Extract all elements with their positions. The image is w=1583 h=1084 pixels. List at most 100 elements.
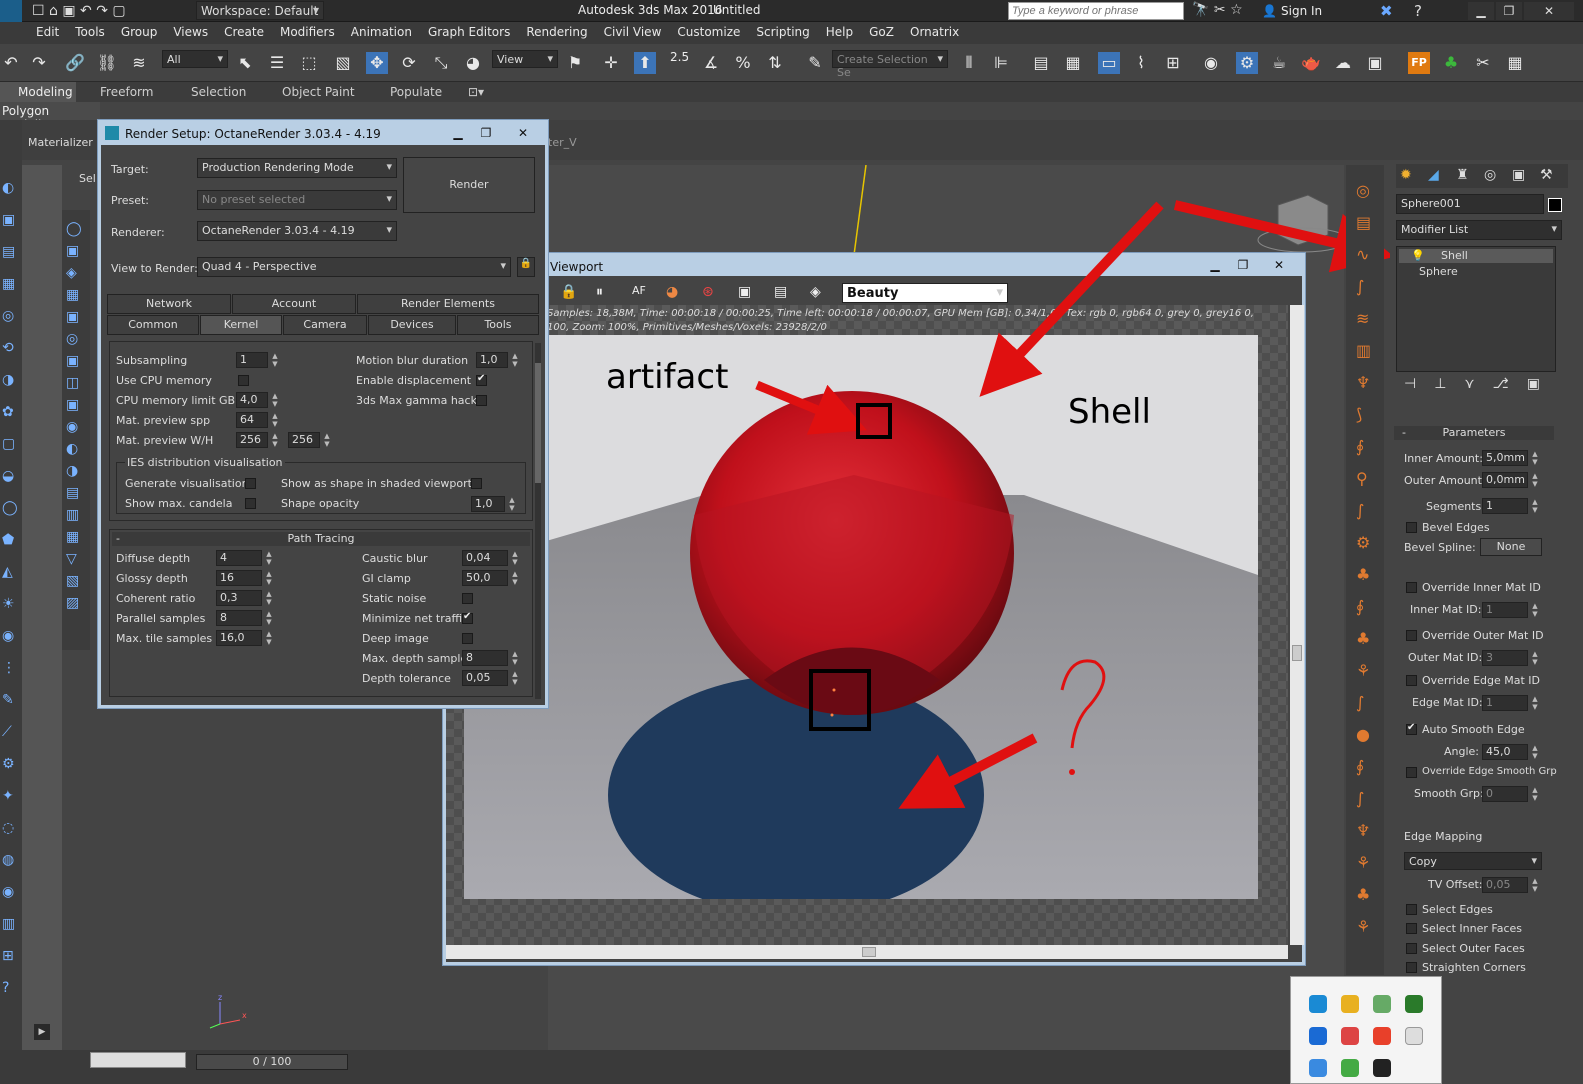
chrome-icon[interactable] xyxy=(1373,1027,1391,1045)
outer-mat-id-spinner[interactable]: ▲ ▼ xyxy=(1530,650,1540,666)
override-outer-checkbox[interactable] xyxy=(1406,630,1417,641)
hierarchy-tab-icon[interactable]: ♜ xyxy=(1456,167,1469,183)
inner-mat-id-spinner[interactable]: ▲ ▼ xyxy=(1530,602,1540,618)
mat-preview-spp-spinner[interactable]: ▲ ▼ xyxy=(270,412,280,428)
expand-icon[interactable]: ▶ xyxy=(34,1024,50,1040)
override-inner-checkbox[interactable] xyxy=(1406,582,1417,593)
parallel-samples-input[interactable]: 8 xyxy=(216,610,262,626)
inner-amount-input[interactable]: 5,0mm xyxy=(1482,450,1528,466)
depth-tolerance-spinner[interactable]: ▲ ▼ xyxy=(510,670,520,686)
stack-item-shell[interactable]: 💡 Shell xyxy=(1399,249,1553,263)
bevel-edges-checkbox[interactable] xyxy=(1406,522,1417,533)
use-cpu-memory-checkbox[interactable] xyxy=(238,375,249,386)
segments-input[interactable]: 1 xyxy=(1482,498,1528,514)
app-icon-11[interactable] xyxy=(1373,1059,1391,1077)
outer-amount-spinner[interactable]: ▲ ▼ xyxy=(1530,472,1540,488)
nvidia-icon[interactable] xyxy=(1405,995,1423,1013)
mat-preview-w-input[interactable]: 256 xyxy=(236,432,268,448)
angle-spinner[interactable]: ▲ ▼ xyxy=(1530,744,1540,760)
gi-clamp-spinner[interactable]: ▲ ▼ xyxy=(510,570,520,586)
tab-account[interactable]: Account xyxy=(232,294,356,314)
cpu-memory-limit-spinner[interactable]: ▲ ▼ xyxy=(270,392,280,408)
diffuse-depth-input[interactable]: 4 xyxy=(216,550,262,566)
select-edges-checkbox[interactable] xyxy=(1406,904,1417,915)
inner-amount-spinner[interactable]: ▲ ▼ xyxy=(1530,450,1540,466)
mat-preview-h-spinner[interactable]: ▲ ▼ xyxy=(322,432,332,448)
mini-scrollbar[interactable] xyxy=(90,1052,186,1068)
select-outer-checkbox[interactable] xyxy=(1406,943,1417,954)
view-to-render-select[interactable]: Quad 4 - Perspective xyxy=(197,257,511,277)
path-tracing-title[interactable]: Path Tracing xyxy=(112,532,530,546)
max-tile-samples-spinner[interactable]: ▲ ▼ xyxy=(264,630,274,646)
depth-tolerance-input[interactable]: 0,05 xyxy=(462,670,508,686)
subsampling-input[interactable]: 1 xyxy=(236,352,268,368)
app-icon-3[interactable] xyxy=(1373,995,1391,1013)
motion-tab-icon[interactable]: ◎ xyxy=(1484,167,1496,183)
enable-displacement-checkbox[interactable] xyxy=(476,373,487,386)
motion-blur-input[interactable]: 1,0 xyxy=(476,352,508,368)
tv-offset-input[interactable]: 0,05 xyxy=(1482,877,1528,893)
object-name-input[interactable]: Sphere001 xyxy=(1396,194,1544,214)
time-slider[interactable]: 0 / 100 xyxy=(196,1054,348,1070)
modifier-list-select[interactable]: Modifier List xyxy=(1396,220,1562,240)
parameters-rollout-title[interactable]: Parameters xyxy=(1394,426,1554,440)
tab-devices[interactable]: Devices xyxy=(368,315,456,335)
tab-common[interactable]: Common xyxy=(107,315,199,335)
coherent-ratio-spinner[interactable]: ▲ ▼ xyxy=(264,590,274,606)
tab-camera[interactable]: Camera xyxy=(283,315,367,335)
motion-blur-spinner[interactable]: ▲ ▼ xyxy=(510,352,520,368)
lock-view-icon[interactable]: 🔒 xyxy=(517,257,535,277)
max-depth-samples-input[interactable]: 8 xyxy=(462,650,508,666)
object-color-swatch[interactable] xyxy=(1548,198,1562,212)
utilities-tab-icon[interactable]: ⚒ xyxy=(1540,167,1553,183)
rs-scrollbar[interactable] xyxy=(535,343,541,699)
create-tab-icon[interactable]: ✹ xyxy=(1400,167,1412,183)
tab-network[interactable]: Network xyxy=(107,294,231,314)
parallel-samples-spinner[interactable]: ▲ ▼ xyxy=(264,610,274,626)
auto-smooth-checkbox[interactable] xyxy=(1406,722,1417,735)
edge-mat-id-spinner[interactable]: ▲ ▼ xyxy=(1530,695,1540,711)
mat-preview-w-spinner[interactable]: ▲ ▼ xyxy=(270,432,280,448)
modifier-shortcut-icons[interactable]: ◎ ▤ ∿ ∫ ≋ ▥ ♆ ⟆ ∮ ⚲ ∫ ⚙ ♣ ∮ ♣ ⚘ ∫ ● ∮ ∫ ♆ ⚘ ♣ ⚘ xyxy=(1356,175,1371,943)
tv-offset-spinner[interactable]: ▲ ▼ xyxy=(1530,877,1540,893)
stack-item-sphere[interactable]: Sphere xyxy=(1419,265,1458,278)
edge-mat-id-input[interactable]: 1 xyxy=(1482,695,1528,711)
diffuse-depth-spinner[interactable]: ▲ ▼ xyxy=(264,550,274,566)
outer-mat-id-input[interactable]: 3 xyxy=(1482,650,1528,666)
mat-preview-spp-input[interactable]: 64 xyxy=(236,412,268,428)
outer-amount-input[interactable]: 0,0mm xyxy=(1482,472,1528,488)
inner-mat-id-input[interactable]: 1 xyxy=(1482,602,1528,618)
app-icon-5[interactable] xyxy=(1309,1027,1327,1045)
path-tracing-collapse[interactable]: - xyxy=(116,532,120,545)
minimize-net-traffic-checkbox[interactable] xyxy=(462,611,473,624)
tab-render-elements[interactable]: Render Elements xyxy=(357,294,539,314)
display-tab-icon[interactable]: ▣ xyxy=(1512,167,1525,183)
generate-visualisation-checkbox[interactable] xyxy=(245,478,256,489)
show-as-shape-checkbox[interactable] xyxy=(471,478,482,489)
rs-close-icon[interactable]: ✕ xyxy=(505,124,541,142)
override-edge-checkbox[interactable] xyxy=(1406,675,1417,686)
render-button[interactable]: Render xyxy=(403,157,535,213)
bevel-spline-button[interactable]: None xyxy=(1480,538,1542,556)
caustic-blur-spinner[interactable]: ▲ ▼ xyxy=(510,550,520,566)
app-icon-10[interactable] xyxy=(1341,1059,1359,1077)
coherent-ratio-input[interactable]: 0,3 xyxy=(216,590,262,606)
smooth-grp-input[interactable]: 0 xyxy=(1482,786,1528,802)
preset-select[interactable]: No preset selected xyxy=(197,190,397,210)
glossy-depth-spinner[interactable]: ▲ ▼ xyxy=(264,570,274,586)
select-inner-checkbox[interactable] xyxy=(1406,923,1417,934)
shape-opacity-spinner[interactable]: ▲ ▼ xyxy=(507,496,517,512)
static-noise-checkbox[interactable] xyxy=(462,593,473,604)
renderer-select[interactable]: OctaneRender 3.03.4 - 4.19 xyxy=(197,221,397,241)
show-max-candela-checkbox[interactable] xyxy=(245,498,256,509)
cpu-memory-limit-input[interactable]: 4,0 xyxy=(236,392,268,408)
tab-tools[interactable]: Tools xyxy=(457,315,539,335)
gi-clamp-input[interactable]: 50,0 xyxy=(462,570,508,586)
modify-tab-icon[interactable]: ◢ xyxy=(1428,167,1439,183)
app-icon-2[interactable] xyxy=(1341,995,1359,1013)
app-icon-6[interactable] xyxy=(1341,1027,1359,1045)
stack-controls-icons[interactable]: ⊣⊥⋎⎇▣ xyxy=(1404,376,1564,392)
straighten-checkbox[interactable] xyxy=(1406,962,1417,973)
shape-opacity-input[interactable]: 1,0 xyxy=(471,496,505,512)
max-tile-samples-input[interactable]: 16,0 xyxy=(216,630,262,646)
